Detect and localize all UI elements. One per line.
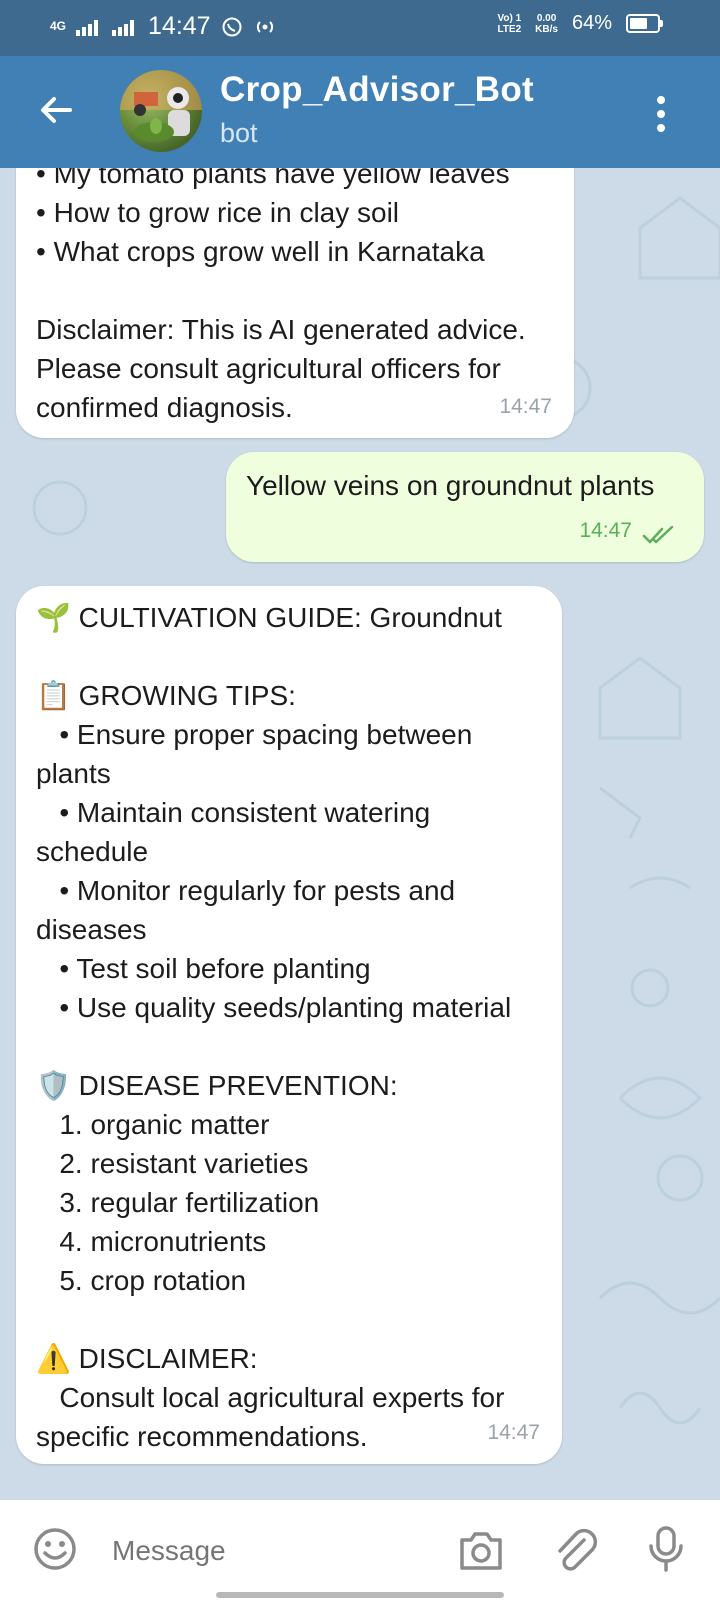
network-speed: 0.00 KB/s bbox=[535, 12, 558, 35]
message-list[interactable]: • My tomato plants have yellow leaves • … bbox=[0, 168, 720, 1500]
outgoing-message[interactable]: Yellow veins on groundnut plants 14:47 bbox=[226, 452, 704, 562]
paperclip-icon[interactable] bbox=[552, 1526, 598, 1576]
bot-avatar-image bbox=[120, 70, 202, 142]
chat-header: Crop_Advisor_Bot bot bbox=[0, 56, 720, 168]
message-input[interactable] bbox=[110, 1526, 424, 1576]
message-time: 14:47 bbox=[499, 395, 552, 418]
whatsapp-icon bbox=[222, 17, 242, 36]
camera-icon[interactable] bbox=[456, 1528, 506, 1574]
message-time: 14:47 bbox=[579, 519, 632, 542]
status-bar: 4G 14:47 Vo) 1 LTE2 0.00 KB/s 64% bbox=[0, 0, 720, 56]
emoji-icon[interactable] bbox=[32, 1526, 78, 1572]
network-type: 4G bbox=[50, 19, 67, 33]
message-time: 14:47 bbox=[487, 1421, 540, 1444]
message-text: • My tomato plants have yellow leaves • … bbox=[36, 168, 526, 423]
microphone-icon[interactable] bbox=[646, 1524, 686, 1574]
incoming-message[interactable]: 🌱 CULTIVATION GUIDE: Groundnut 📋 GROWING… bbox=[16, 586, 562, 1464]
volte-indicator: Vo) 1 LTE2 bbox=[497, 12, 522, 35]
chat-title[interactable]: Crop_Advisor_Bot bbox=[220, 70, 534, 110]
arrow-left-icon[interactable] bbox=[36, 90, 76, 130]
more-vert-icon[interactable] bbox=[654, 94, 668, 134]
clock: 14:47 bbox=[148, 12, 211, 40]
chat-subtitle: bot bbox=[220, 118, 258, 148]
message-text: Yellow veins on groundnut plants bbox=[246, 470, 655, 501]
incoming-message[interactable]: • My tomato plants have yellow leaves • … bbox=[16, 168, 574, 438]
gesture-nav-bar[interactable] bbox=[216, 1592, 504, 1598]
avatar[interactable] bbox=[120, 70, 202, 152]
signal-icon bbox=[76, 19, 99, 36]
double-check-icon bbox=[642, 526, 674, 544]
message-text: 🌱 CULTIVATION GUIDE: Groundnut 📋 GROWING… bbox=[36, 602, 512, 1452]
signal-icon-2 bbox=[112, 19, 135, 36]
battery-percent: 64% bbox=[571, 12, 612, 34]
message-composer bbox=[0, 1500, 720, 1600]
hotspot-icon bbox=[256, 20, 273, 33]
battery-icon bbox=[626, 14, 663, 33]
